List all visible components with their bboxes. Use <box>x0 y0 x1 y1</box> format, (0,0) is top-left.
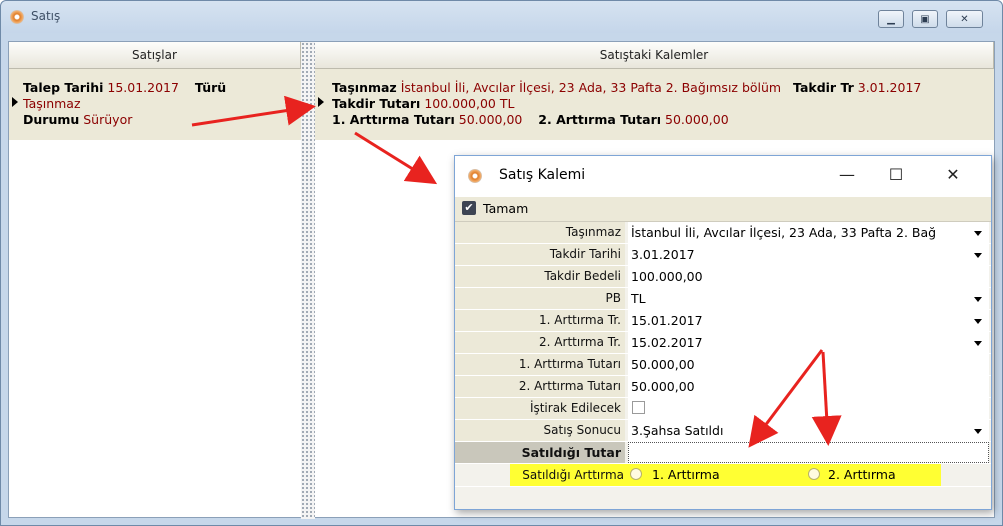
window-title: Satış <box>31 9 61 23</box>
form-row: Taşınmaz İstanbul İli, Avcılar İlçesi, 23… <box>455 222 991 244</box>
form-row: Satış Sonucu 3.Şahsa Satıldı <box>455 420 991 442</box>
sale-items-grid-header[interactable]: Satıştaki Kalemler <box>315 42 994 69</box>
radio-arttirma-2[interactable] <box>808 468 820 480</box>
field-label: 1. Arttırma Tutarı <box>455 354 625 375</box>
field-label: Satış Sonucu <box>455 420 625 441</box>
form-row: 2. Arttırma Tutarı 50.000,00 <box>455 376 991 398</box>
dialog-maximize-icon[interactable]: ☐ <box>881 164 911 186</box>
field-label: Taşınmaz <box>455 222 625 243</box>
dropdown-arrow-icon[interactable] <box>970 290 987 307</box>
talep-tarihi-value: 15.01.2017 <box>107 80 179 95</box>
satildigi-arttirma-options: 1. Arttırma 2. Arttırma <box>628 464 941 486</box>
field-value: İstanbul İli, Avcılar İlçesi, 23 Ada, 33… <box>631 225 937 240</box>
form-row: Takdir Bedeli 100.000,00 <box>455 266 991 288</box>
dialog-form: Taşınmaz İstanbul İli, Avcılar İlçesi, 23… <box>455 222 991 509</box>
sale-item-record[interactable]: Taşınmaz İstanbul İli, Avcılar İlçesi, 2… <box>332 80 921 128</box>
radio-arttirma-2-label[interactable]: 2. Arttırma <box>828 464 896 485</box>
field-input[interactable]: TL <box>628 288 989 309</box>
field-label: Satıldığı Tutar <box>455 442 625 463</box>
field-input[interactable] <box>628 442 989 463</box>
takdir-tutari-value: 100.000,00 TL <box>424 96 515 111</box>
arttirma1-tutari-label: 1. Arttırma Tutarı <box>332 112 455 127</box>
takdir-tutari-label: Takdir Tutarı <box>332 96 421 111</box>
dropdown-arrow-icon[interactable] <box>970 422 987 439</box>
panel-splitter[interactable] <box>301 42 315 519</box>
dropdown-arrow-icon[interactable] <box>970 312 987 329</box>
turu-value: Taşınmaz <box>23 96 81 111</box>
minimize-icon[interactable]: ▁ <box>878 10 904 28</box>
field-input[interactable]: 15.02.2017 <box>628 332 989 353</box>
field-label: 1. Arttırma Tr. <box>455 310 625 331</box>
ok-button[interactable]: Tamam <box>483 201 528 216</box>
sales-record[interactable]: Talep Tarihi 15.01.2017 Türü Taşınmaz Du… <box>23 80 226 128</box>
field-input[interactable]: 3.Şahsa Satıldı <box>628 420 989 441</box>
dropdown-arrow-icon[interactable] <box>970 224 987 241</box>
field-label: 2. Arttırma Tutarı <box>455 376 625 397</box>
durumu-value: Sürüyor <box>83 112 133 127</box>
field-value: 15.02.2017 <box>631 335 703 350</box>
form-row: Satıldığı Tutar <box>455 442 991 464</box>
field-label: 2. Arttırma Tr. <box>455 332 625 353</box>
close-icon[interactable]: ✕ <box>946 10 983 28</box>
radio-field-row: Satıldığı Arttırma 1. Arttırma 2. Arttır… <box>455 464 991 487</box>
field-value: TL <box>631 291 646 306</box>
form-row: 1. Arttırma Tr. 15.01.2017 <box>455 310 991 332</box>
field-input[interactable]: 50.000,00 <box>628 376 989 397</box>
istirak-checkbox-field[interactable] <box>628 398 989 419</box>
sales-grid-header[interactable]: Satışlar <box>9 42 301 69</box>
takdir-tr-value: 3.01.2017 <box>857 80 922 95</box>
ok-check-icon[interactable]: ✔ <box>462 201 476 215</box>
form-row: İştirak Edilecek <box>455 398 991 420</box>
istirak-checkbox[interactable] <box>632 401 645 414</box>
dropdown-arrow-icon[interactable] <box>970 334 987 351</box>
field-label: PB <box>455 288 625 309</box>
field-input[interactable]: 3.01.2017 <box>628 244 989 265</box>
field-input[interactable]: 15.01.2017 <box>628 310 989 331</box>
arttirma2-tutari-value: 50.000,00 <box>665 112 729 127</box>
field-value: 3.01.2017 <box>631 247 695 262</box>
turu-label: Türü <box>194 80 227 95</box>
form-row: Takdir Tarihi 3.01.2017 <box>455 244 991 266</box>
takdir-tr-label: Takdir Tr <box>793 80 854 95</box>
talep-tarihi-label: Talep Tarihi <box>23 80 104 95</box>
field-label: Takdir Bedeli <box>455 266 625 287</box>
tasinmaz-label: Taşınmaz <box>332 80 397 95</box>
form-row: 2. Arttırma Tr. 15.02.2017 <box>455 332 991 354</box>
sales-grid: Satışlar Talep Tarihi 15.01.2017 Türü Ta… <box>9 42 301 140</box>
form-row: PB TL <box>455 288 991 310</box>
dialog-titlebar[interactable]: Satış Kalemi — ☐ ✕ <box>455 156 991 196</box>
field-input[interactable]: İstanbul İli, Avcılar İlçesi, 23 Ada, 33… <box>628 222 989 243</box>
row-indicator-icon <box>12 97 18 107</box>
field-value: 3.Şahsa Satıldı <box>631 423 724 438</box>
field-label: Takdir Tarihi <box>455 244 625 265</box>
tasinmaz-value: İstanbul İli, Avcılar İlçesi, 23 Ada, 33… <box>400 80 782 95</box>
dialog-toolbar: ✔ Tamam <box>455 197 991 222</box>
sale-items-grid: Satıştaki Kalemler Taşınmaz İstanbul İli… <box>315 42 994 140</box>
dropdown-arrow-icon[interactable] <box>970 246 987 263</box>
radio-arttirma-1-label[interactable]: 1. Arttırma <box>652 464 720 485</box>
arttirma1-tutari-value: 50.000,00 <box>458 112 523 127</box>
field-value: 50.000,00 <box>631 379 695 394</box>
field-input[interactable]: 50.000,00 <box>628 354 989 375</box>
row-indicator-icon <box>318 97 324 107</box>
app-icon <box>10 10 24 24</box>
satildigi-arttirma-label: Satıldığı Arttırma <box>510 464 628 486</box>
field-label: İştirak Edilecek <box>455 398 625 419</box>
window-titlebar[interactable]: Satış ▁ ▣ ✕ <box>1 1 1002 33</box>
form-row: 1. Arttırma Tutarı 50.000,00 <box>455 354 991 376</box>
app-icon <box>468 169 482 183</box>
arttirma2-tutari-label: 2. Arttırma Tutarı <box>538 112 662 127</box>
dialog-title: Satış Kalemi <box>499 167 586 183</box>
field-value: 15.01.2017 <box>631 313 703 328</box>
durumu-label: Durumu <box>23 112 80 127</box>
field-value: 100.000,00 <box>631 269 703 284</box>
sale-item-dialog: Satış Kalemi — ☐ ✕ ✔ Tamam Taşınmaz İstan… <box>454 155 992 510</box>
field-value: 50.000,00 <box>631 357 695 372</box>
field-input[interactable]: 100.000,00 <box>628 266 989 287</box>
maximize-icon[interactable]: ▣ <box>912 10 938 28</box>
radio-arttirma-1[interactable] <box>630 468 642 480</box>
dialog-minimize-icon[interactable]: — <box>832 164 862 186</box>
dialog-close-icon[interactable]: ✕ <box>938 164 968 186</box>
